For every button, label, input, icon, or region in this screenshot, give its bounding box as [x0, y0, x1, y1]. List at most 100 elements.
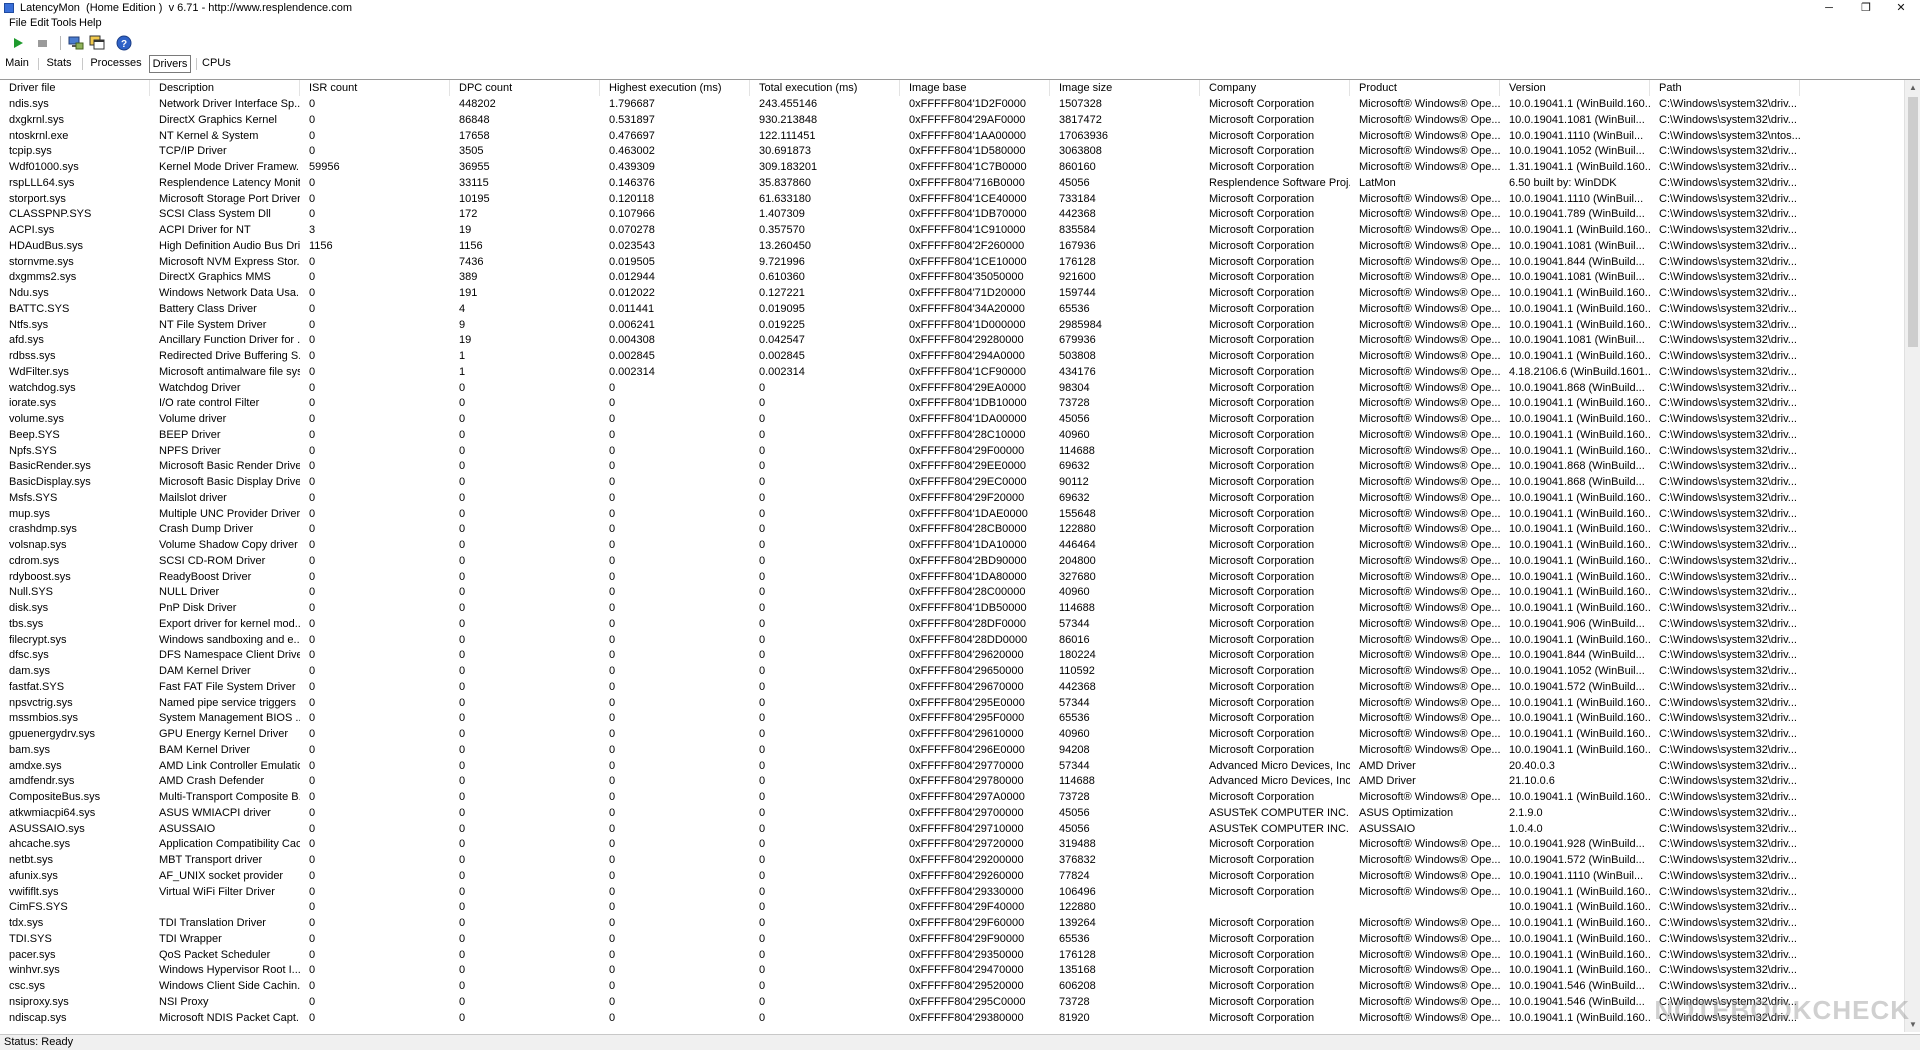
vertical-scrollbar[interactable]: ▲ ▼: [1904, 80, 1920, 1032]
table-row[interactable]: gpuenergydrv.sys GPU Energy Kernel Driver…: [0, 727, 1904, 743]
table-row[interactable]: Ndu.sys Windows Network Data Usa... 0 191 0.…: [0, 286, 1904, 302]
table-row[interactable]: Ntfs.sys NT File System Driver 0 9 0.006241 0…: [0, 318, 1904, 334]
tab-main[interactable]: Main: [4, 55, 30, 73]
cell-product: Microsoft® Windows® Ope...: [1359, 507, 1500, 520]
table-row[interactable]: ntoskrnl.exe NT Kernel & System 0 17658 0.47…: [0, 129, 1904, 145]
start-button[interactable]: [8, 34, 28, 52]
cell-total-execution: 0: [759, 665, 766, 677]
cell-isr-count: 0: [309, 948, 316, 961]
table-row[interactable]: volume.sys Volume driver 0 0 0 0 0xFFFFF804'1D…: [0, 412, 1904, 428]
table-row[interactable]: dfsc.sys DFS Namespace Client Driver 0 0 0 0 0…: [0, 648, 1904, 664]
scroll-up-arrow-icon[interactable]: ▲: [1905, 80, 1920, 96]
help-button[interactable]: ?: [114, 34, 134, 52]
table-row[interactable]: atkwmiacpi64.sys ASUS WMIACPI driver 0 0 0 0 0…: [0, 806, 1904, 822]
table-row[interactable]: WdFilter.sys Microsoft antimalware file s…: [0, 365, 1904, 381]
table-row[interactable]: ASUSSAIO.sys ASUSSAIO 0 0 0 0 0xFFFFF804'29710…: [0, 822, 1904, 838]
menu-help[interactable]: Help: [79, 17, 102, 29]
table-row[interactable]: watchdog.sys Watchdog Driver 0 0 0 0 0xFFFFF80…: [0, 381, 1904, 397]
column-header-driver-file[interactable]: Driver file: [0, 80, 150, 96]
column-header-description[interactable]: Description: [150, 80, 300, 96]
computer-button[interactable]: [66, 34, 86, 52]
stop-button[interactable]: [32, 34, 52, 52]
table-row[interactable]: tbs.sys Export driver for kernel mod... 0 0…: [0, 617, 1904, 633]
column-header-total-execution[interactable]: Total execution (ms): [750, 80, 900, 96]
table-row[interactable]: nsiproxy.sys NSI Proxy 0 0 0 0 0xFFFFF804'295C…: [0, 995, 1904, 1011]
table-row[interactable]: BasicDisplay.sys Microsoft Basic Display …: [0, 475, 1904, 491]
close-button[interactable]: ✕: [1878, 0, 1920, 16]
table-row[interactable]: vwififlt.sys Virtual WiFi Filter Driver 0 0…: [0, 885, 1904, 901]
table-row[interactable]: dxgmms2.sys DirectX Graphics MMS 0 389 0.012…: [0, 270, 1904, 286]
table-row[interactable]: pacer.sys QoS Packet Scheduler 0 0 0 0 0xFFFFF…: [0, 948, 1904, 964]
table-row[interactable]: tcpip.sys TCP/IP Driver 0 3505 0.463002 30.69…: [0, 144, 1904, 160]
column-header-highest-execution[interactable]: Highest execution (ms): [600, 80, 750, 96]
windows-button[interactable]: [87, 34, 107, 52]
tab-drivers[interactable]: Drivers: [149, 55, 191, 73]
tab-stats[interactable]: Stats: [46, 55, 72, 73]
column-header-image-size[interactable]: Image size: [1050, 80, 1200, 96]
table-row[interactable]: Npfs.SYS NPFS Driver 0 0 0 0 0xFFFFF804'29F000…: [0, 444, 1904, 460]
table-row[interactable]: mup.sys Multiple UNC Provider Driver 0 0 0 0 0…: [0, 507, 1904, 523]
table-row[interactable]: amdxe.sys AMD Link Controller Emulation 0 0…: [0, 759, 1904, 775]
table-row[interactable]: winhvr.sys Windows Hypervisor Root I... 0 0…: [0, 963, 1904, 979]
table-row[interactable]: filecrypt.sys Windows sandboxing and e...…: [0, 633, 1904, 649]
column-header-version[interactable]: Version: [1500, 80, 1650, 96]
table-row[interactable]: BasicRender.sys Microsoft Basic Render Dr…: [0, 459, 1904, 475]
table-row[interactable]: dxgkrnl.sys DirectX Graphics Kernel 0 86848…: [0, 113, 1904, 129]
cell-description: BAM Kernel Driver: [159, 743, 251, 756]
scroll-thumb[interactable]: [1908, 97, 1918, 347]
table-row[interactable]: rdbss.sys Redirected Drive Buffering S...…: [0, 349, 1904, 365]
cell-product: Microsoft® Windows® Ope...: [1359, 838, 1500, 851]
table-row[interactable]: HDAudBus.sys High Definition Audio Bus Dr…: [0, 239, 1904, 255]
table-row[interactable]: TDI.SYS TDI Wrapper 0 0 0 0 0xFFFFF804'29F9000…: [0, 932, 1904, 948]
table-row[interactable]: rdyboost.sys ReadyBoost Driver 0 0 0 0 0xFFFFF…: [0, 570, 1904, 586]
table-row[interactable]: stornvme.sys Microsoft NVM Express Stor..…: [0, 255, 1904, 271]
column-header-company[interactable]: Company: [1200, 80, 1350, 96]
table-row[interactable]: netbt.sys MBT Transport driver 0 0 0 0 0xFFFFF…: [0, 853, 1904, 869]
table-row[interactable]: Beep.SYS BEEP Driver 0 0 0 0 0xFFFFF804'28C100…: [0, 428, 1904, 444]
table-row[interactable]: BATTC.SYS Battery Class Driver 0 4 0.011441 0…: [0, 302, 1904, 318]
table-row[interactable]: cdrom.sys SCSI CD-ROM Driver 0 0 0 0 0xFFFFF80…: [0, 554, 1904, 570]
cell-dpc-count: 0: [459, 822, 466, 835]
table-row[interactable]: iorate.sys I/O rate control Filter 0 0 0 0 0xF…: [0, 396, 1904, 412]
table-row[interactable]: CompositeBus.sys Multi-Transport Composit…: [0, 790, 1904, 806]
table-row[interactable]: Msfs.SYS Mailslot driver 0 0 0 0 0xFFFFF804'29…: [0, 491, 1904, 507]
column-header-image-base[interactable]: Image base: [900, 80, 1050, 96]
table-row[interactable]: csc.sys Windows Client Side Cachin... 0 0 0 0…: [0, 979, 1904, 995]
table-row[interactable]: afunix.sys AF_UNIX socket provider 0 0 0 0 0xF…: [0, 869, 1904, 885]
table-row[interactable]: fastfat.SYS Fast FAT File System Driver 0 0…: [0, 680, 1904, 696]
table-row[interactable]: CLASSPNP.SYS SCSI Class System Dll 0 172 0.1…: [0, 207, 1904, 223]
column-header-product[interactable]: Product: [1350, 80, 1500, 96]
tab-processes[interactable]: Processes: [90, 55, 142, 73]
table-row[interactable]: afd.sys Ancillary Function Driver for ...…: [0, 333, 1904, 349]
table-row[interactable]: rspLLL64.sys Resplendence Latency Monit..…: [0, 176, 1904, 192]
table-row[interactable]: ndiscap.sys Microsoft NDIS Packet Capt...…: [0, 1011, 1904, 1027]
table-row[interactable]: ndis.sys Network Driver Interface Sp... 0 4…: [0, 97, 1904, 113]
table-row[interactable]: dam.sys DAM Kernel Driver 0 0 0 0 0xFFFFF804'2…: [0, 664, 1904, 680]
table-row[interactable]: tdx.sys TDI Translation Driver 0 0 0 0 0xFFFFF…: [0, 916, 1904, 932]
watermark-logo: NOTEBOOKCHECK: [1654, 995, 1910, 1026]
table-row[interactable]: Wdf01000.sys Kernel Mode Driver Framew...…: [0, 160, 1904, 176]
table-row[interactable]: bam.sys BAM Kernel Driver 0 0 0 0 0xFFFFF804'2…: [0, 743, 1904, 759]
table-row[interactable]: volsnap.sys Volume Shadow Copy driver 0 0 0 0…: [0, 538, 1904, 554]
menu-edit[interactable]: Edit: [30, 17, 49, 29]
table-row[interactable]: ACPI.sys ACPI Driver for NT 3 19 0.070278 0.3…: [0, 223, 1904, 239]
cell-driver-file: volume.sys: [9, 413, 65, 425]
table-row[interactable]: mssmbios.sys System Management BIOS ... 0 0…: [0, 711, 1904, 727]
column-header-dpc-count[interactable]: DPC count: [450, 80, 600, 96]
table-row[interactable]: ahcache.sys Application Compatibility Cac…: [0, 837, 1904, 853]
cell-driver-file: afunix.sys: [9, 869, 58, 882]
column-header-isr-count[interactable]: ISR count: [300, 80, 450, 96]
table-row[interactable]: npsvctrig.sys Named pipe service triggers…: [0, 696, 1904, 712]
table-row[interactable]: amdfendr.sys AMD Crash Defender 0 0 0 0 0xFFFF…: [0, 774, 1904, 790]
tab-cpus[interactable]: CPUs: [202, 55, 231, 73]
table-row[interactable]: CimFS.SYS 0 0 0 0 0xFFFFF804'29F40000 122880 10…: [0, 900, 1904, 916]
table-row[interactable]: Null.SYS NULL Driver 0 0 0 0 0xFFFFF804'28C000…: [0, 585, 1904, 601]
menu-file[interactable]: File: [9, 17, 27, 29]
table-row[interactable]: crashdmp.sys Crash Dump Driver 0 0 0 0 0xFFFFF…: [0, 522, 1904, 538]
column-header-path[interactable]: Path: [1650, 80, 1800, 96]
cell-dpc-count: 0: [459, 995, 466, 1008]
menu-tools[interactable]: Tools: [51, 17, 77, 29]
table-row[interactable]: disk.sys PnP Disk Driver 0 0 0 0 0xFFFFF804'1D…: [0, 601, 1904, 617]
table-row[interactable]: storport.sys Microsoft Storage Port Drive…: [0, 192, 1904, 208]
cell-highest-execution: 0: [609, 712, 616, 725]
